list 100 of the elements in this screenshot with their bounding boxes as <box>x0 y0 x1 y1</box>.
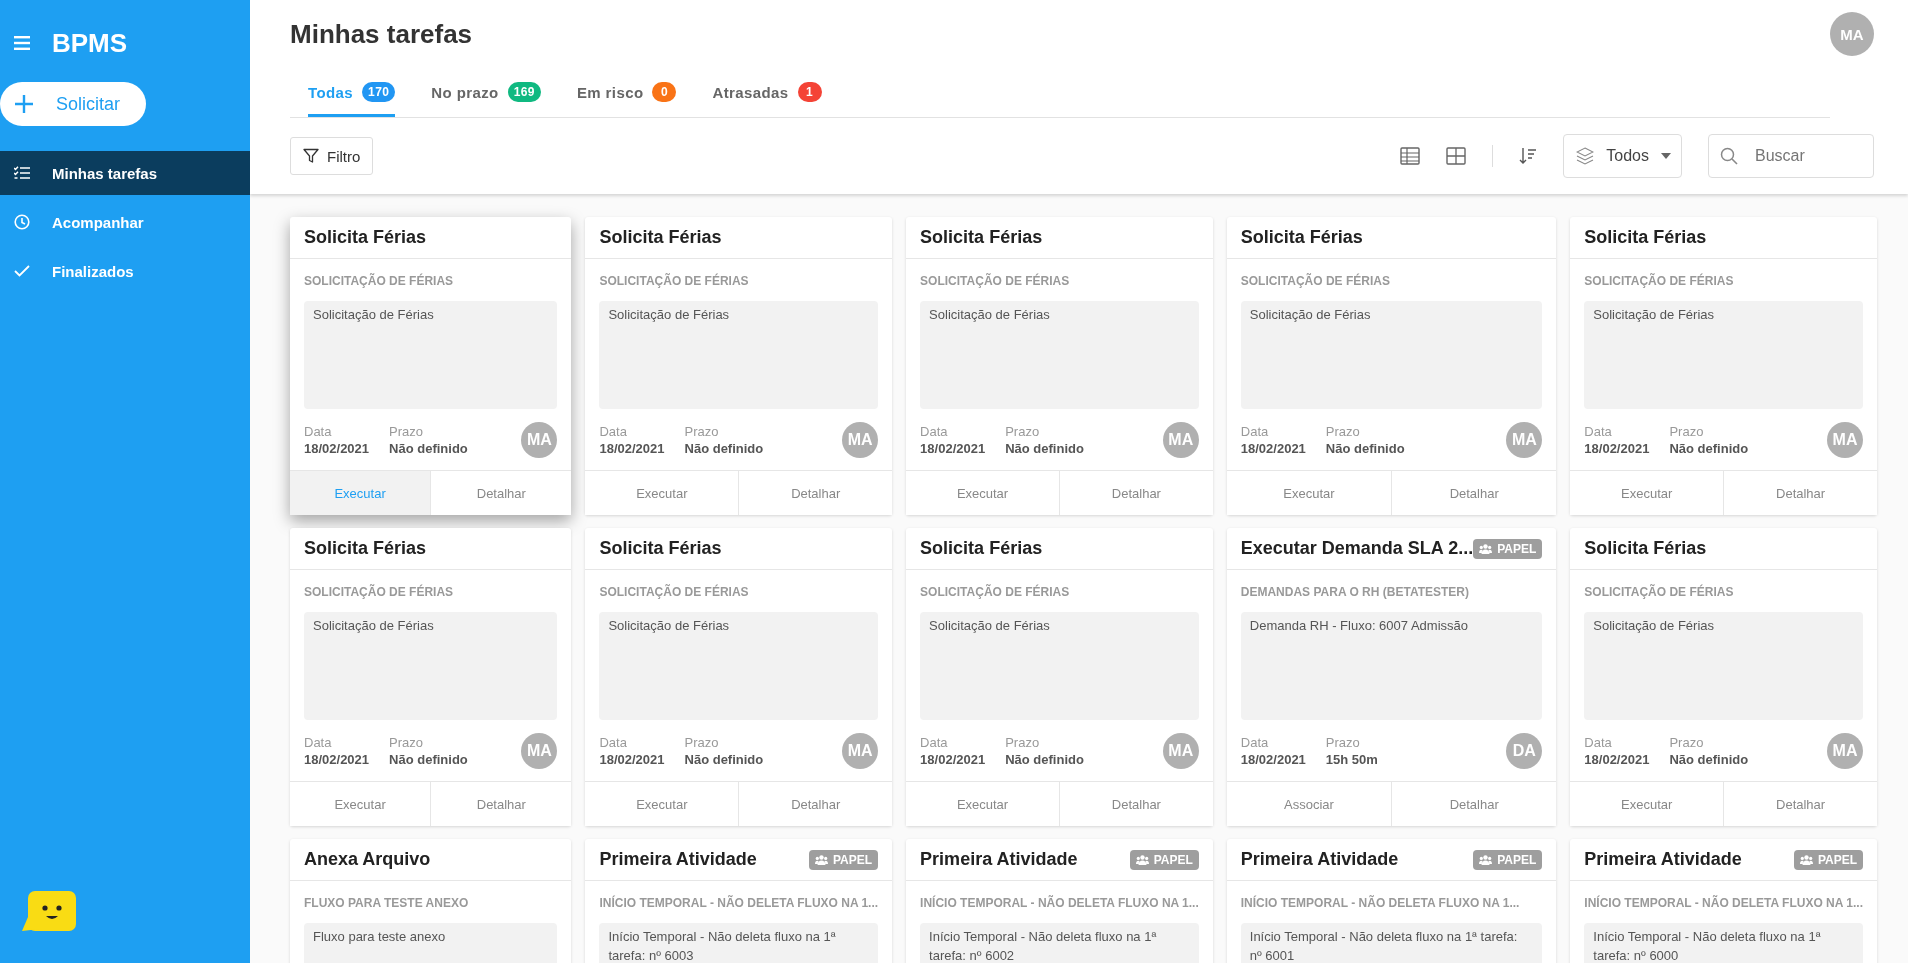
details-button[interactable]: Detalhar <box>1391 471 1557 515</box>
task-card[interactable]: Executar Demanda SLA 2... PAPEL DEMANDAS PARA O RH (BETATESTER) Demanda RH - Fluxo: 6007 Admissão Data 18/02/2021 Prazo 15h 50m DA Associar Detalhar <box>1226 528 1557 826</box>
date-label: Data <box>304 424 333 439</box>
tab[interactable]: Todas 170 <box>308 70 396 117</box>
process-name: SOLICITAÇÃO DE FÉRIAS <box>920 585 1071 599</box>
date-label: Data <box>920 735 949 750</box>
card-title: Primeira Atividade <box>1240 849 1399 870</box>
card-title: Anexa Arquivo <box>304 849 431 870</box>
primary-action-button[interactable]: Executar <box>1570 471 1724 515</box>
description-box: Solicitação de Férias <box>304 612 558 720</box>
nav-item[interactable]: Finalizados <box>0 249 250 293</box>
assignee-avatar: MA <box>842 733 879 769</box>
assignee-avatar: MA <box>842 422 879 458</box>
deadline-label: Prazo <box>684 735 720 750</box>
task-card[interactable]: Solicita Férias SOLICITAÇÃO DE FÉRIAS Solicitação de Férias Data 18/02/2021 Prazo Não definido MA Executar Detalhar <box>906 217 1213 515</box>
details-button[interactable]: Detalhar <box>1058 471 1213 515</box>
tab[interactable]: Em risco 0 <box>576 70 677 117</box>
people-icon <box>1799 854 1813 865</box>
primary-action-button[interactable]: Executar <box>1570 782 1724 826</box>
search-field[interactable]: Buscar <box>1708 134 1874 178</box>
table-view-icon[interactable] <box>1400 147 1421 165</box>
task-card[interactable]: Primeira Atividade PAPEL INÍCIO TEMPORAL - NÃO DELETA FLUXO NA 1... Início Temporal - Não deleta fluxo na 1ª tarefa: nº 6000 <box>1570 839 1877 963</box>
deadline-label: Prazo <box>1325 424 1361 439</box>
deadline-label: Prazo <box>1669 735 1705 750</box>
task-card[interactable]: Solicita Férias SOLICITAÇÃO DE FÉRIAS Solicitação de Férias Data 18/02/2021 Prazo Não definido MA Executar Detalhar <box>290 217 572 515</box>
task-card[interactable]: Solicita Férias SOLICITAÇÃO DE FÉRIAS Solicitação de Férias Data 18/02/2021 Prazo Não definido MA Executar Detalhar <box>585 217 893 515</box>
assignee-avatar: MA <box>521 733 558 769</box>
deadline-label: Prazo <box>1325 735 1361 750</box>
task-card[interactable]: Solicita Férias SOLICITAÇÃO DE FÉRIAS Solicitação de Férias Data 18/02/2021 Prazo Não definido MA Executar Detalhar <box>1226 217 1557 515</box>
task-card[interactable]: Solicita Férias SOLICITAÇÃO DE FÉRIAS Solicitação de Férias Data 18/02/2021 Prazo Não definido MA Executar Detalhar <box>290 528 572 826</box>
details-button[interactable]: Detalhar <box>1058 782 1213 826</box>
primary-action-button[interactable]: Executar <box>290 782 431 826</box>
deadline-value: 15h 50m <box>1325 752 1378 767</box>
app-logo-text: BPMS <box>52 27 128 59</box>
description-box: Solicitação de Férias <box>920 612 1199 720</box>
deadline-label: Prazo <box>389 424 425 439</box>
process-name: INÍCIO TEMPORAL - NÃO DELETA FLUXO NA 1... <box>599 896 879 910</box>
task-card[interactable]: Primeira Atividade PAPEL INÍCIO TEMPORAL - NÃO DELETA FLUXO NA 1... Início Temporal - Não deleta fluxo na 1ª tarefa: nº 6003 <box>585 839 893 963</box>
primary-action-button[interactable]: Executar <box>906 782 1059 826</box>
date-label: Data <box>599 424 628 439</box>
tab[interactable]: Atrasadas 1 <box>712 70 822 117</box>
task-card[interactable]: Solicita Férias SOLICITAÇÃO DE FÉRIAS Solicitação de Férias Data 18/02/2021 Prazo Não definido MA Executar Detalhar <box>585 528 893 826</box>
tab[interactable]: No prazo 169 <box>431 70 541 117</box>
description-box: Início Temporal - Não deleta fluxo na 1ª tarefa: nº 6003 <box>599 923 879 963</box>
task-card[interactable]: Solicita Férias SOLICITAÇÃO DE FÉRIAS Solicitação de Férias Data 18/02/2021 Prazo Não definido MA Executar Detalhar <box>1570 217 1877 515</box>
primary-action-button[interactable]: Executar <box>1226 471 1392 515</box>
primary-action-button[interactable]: Executar <box>290 471 431 515</box>
checklist-icon <box>14 166 30 180</box>
count-badge: 169 <box>507 82 541 102</box>
details-button[interactable]: Detalhar <box>1723 782 1877 826</box>
task-card[interactable]: Solicita Férias SOLICITAÇÃO DE FÉRIAS Solicitação de Férias Data 18/02/2021 Prazo Não definido MA Executar Detalhar <box>906 528 1213 826</box>
plus-icon <box>14 94 34 114</box>
description-box: Início Temporal - Não deleta fluxo na 1ª tarefa: nº 6000 <box>1584 923 1863 963</box>
task-card[interactable]: Primeira Atividade PAPEL INÍCIO TEMPORAL - NÃO DELETA FLUXO NA 1... Início Temporal - Não deleta fluxo na 1ª tarefa: nº 6002 <box>906 839 1213 963</box>
task-card[interactable]: Primeira Atividade PAPEL INÍCIO TEMPORAL - NÃO DELETA FLUXO NA 1... Início Temporal - Não deleta fluxo na 1ª tarefa: nº 6001 <box>1226 839 1557 963</box>
card-title: Primeira Atividade <box>920 849 1078 870</box>
deadline-value: Não definido <box>1005 752 1084 767</box>
details-button[interactable]: Detalhar <box>430 471 572 515</box>
role-badge: PAPEL <box>1129 849 1199 870</box>
role-badge: PAPEL <box>1473 849 1543 870</box>
description-box: Solicitação de Férias <box>1584 301 1863 409</box>
new-request-button[interactable]: Solicitar <box>0 82 147 126</box>
primary-action-button[interactable]: Executar <box>585 471 739 515</box>
deadline-value: Não definido <box>1669 752 1749 767</box>
card-title: Primeira Atividade <box>599 849 757 870</box>
details-button[interactable]: Detalhar <box>1391 782 1557 826</box>
user-avatar[interactable]: MA <box>1830 12 1874 56</box>
people-icon <box>1479 543 1493 554</box>
nav-item[interactable]: Acompanhar <box>0 200 250 244</box>
nav-item[interactable]: Minhas tarefas <box>0 151 250 195</box>
primary-action-button[interactable]: Executar <box>906 471 1059 515</box>
filter-button[interactable]: Filtro <box>290 137 374 175</box>
task-card[interactable]: Anexa Arquivo FLUXO PARA TESTE ANEXO Fluxo para teste anexo <box>290 839 572 963</box>
details-button[interactable]: Detalhar <box>430 782 572 826</box>
people-icon <box>1135 854 1149 865</box>
details-button[interactable]: Detalhar <box>738 471 893 515</box>
details-button[interactable]: Detalhar <box>1723 471 1877 515</box>
deadline-label: Prazo <box>684 424 720 439</box>
role-badge: PAPEL <box>809 849 879 870</box>
primary-action-button[interactable]: Executar <box>585 782 739 826</box>
role-badge: PAPEL <box>1473 538 1543 559</box>
sort-icon[interactable] <box>1519 147 1538 165</box>
clock-icon <box>14 214 30 230</box>
deadline-label: Prazo <box>1005 424 1041 439</box>
card-title: Solicita Férias <box>1584 538 1707 559</box>
grid-view-icon[interactable] <box>1446 147 1467 165</box>
date-label: Data <box>1240 735 1270 750</box>
deadline-value: Não definido <box>389 441 468 456</box>
count-badge: 1 <box>797 82 822 102</box>
card-title: Solicita Férias <box>920 227 1043 248</box>
caret-icon <box>1661 153 1671 159</box>
assignee-avatar: MA <box>1827 422 1863 458</box>
primary-action-button[interactable]: Associar <box>1226 782 1392 826</box>
deadline-value: Não definido <box>1669 441 1749 456</box>
scope-dropdown[interactable]: Todos <box>1563 134 1682 178</box>
task-card[interactable]: Solicita Férias SOLICITAÇÃO DE FÉRIAS Solicitação de Férias Data 18/02/2021 Prazo Não definido MA Executar Detalhar <box>1570 528 1877 826</box>
date-value: 18/02/2021 <box>304 441 370 456</box>
card-title: Executar Demanda SLA 2... <box>1240 538 1474 559</box>
details-button[interactable]: Detalhar <box>738 782 893 826</box>
menu-icon[interactable] <box>14 36 30 50</box>
